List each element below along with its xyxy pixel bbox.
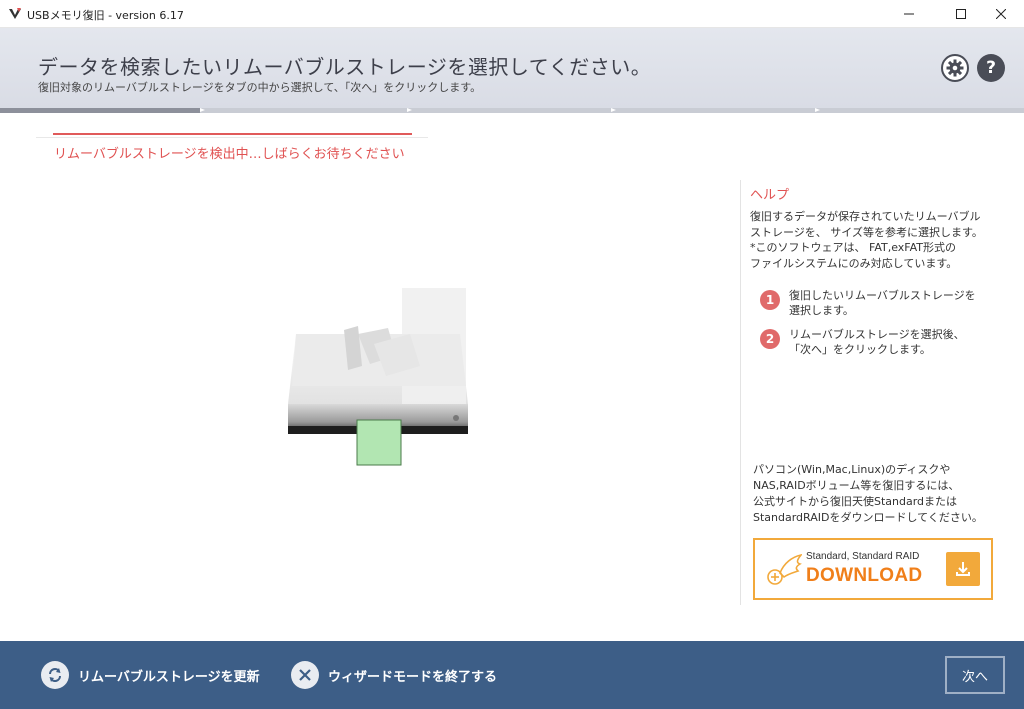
wizard-footer: リムーバブルストレージを更新 ウィザードモードを終了する 次へ — [0, 641, 1024, 709]
step-text: リムーバブルストレージを選択後、 「次へ」をクリックします。 — [789, 327, 965, 357]
download-button[interactable]: Standard, Standard RAID DOWNLOAD — [753, 538, 993, 600]
exit-wizard-button[interactable]: ウィザードモードを終了する — [291, 660, 497, 690]
help-panel-divider — [740, 180, 741, 605]
promo-text: パソコン(Win,Mac,Linux)のディスクや NAS,RAIDボリューム等… — [753, 462, 993, 526]
wizard-step-bar — [0, 108, 1024, 113]
gear-icon — [946, 59, 964, 77]
help-title: ヘルプ — [750, 188, 790, 203]
title-bar: USBメモリ復旧 - version 6.17 — [0, 0, 1024, 28]
download-subtitle: Standard, Standard RAID — [806, 551, 920, 562]
download-icon — [946, 552, 980, 586]
refresh-icon — [41, 661, 69, 689]
help-button[interactable]: ? — [977, 54, 1005, 82]
detection-tab-indicator — [53, 133, 412, 135]
help-line: *このソフトウェアは、 FAT,exFAT形式の — [750, 241, 956, 254]
promo-line: NAS,RAIDボリューム等を復旧するには、 — [753, 479, 960, 492]
promo-line: StandardRAIDをダウンロードしてください。 — [753, 511, 983, 524]
minimize-button[interactable] — [886, 0, 932, 28]
step-text-line: 選択します。 — [789, 304, 854, 317]
close-circle-icon — [291, 661, 319, 689]
refresh-storage-label: リムーバブルストレージを更新 — [78, 669, 260, 685]
refresh-storage-button[interactable]: リムーバブルストレージを更新 — [41, 660, 260, 690]
question-icon: ? — [986, 58, 996, 78]
step-text-line: リムーバブルストレージを選択後、 — [789, 328, 965, 341]
download-label: DOWNLOAD — [806, 565, 923, 586]
close-icon — [996, 9, 1006, 19]
settings-button[interactable] — [941, 54, 969, 82]
detection-status: リムーバブルストレージを検出中…しばらくお待ちください — [54, 147, 405, 162]
step-text-line: 「次へ」をクリックします。 — [789, 343, 931, 356]
page-title: データを検索したいリムーバブルストレージを選択してください。 — [38, 55, 652, 79]
help-description: 復旧するデータが保存されていたリムーバブル ストレージを、 サイズ等を参考に選択… — [750, 209, 985, 271]
help-line: ストレージを、 サイズ等を参考に選択します。 — [750, 225, 983, 239]
wizard-header: データを検索したいリムーバブルストレージを選択してください。 復旧対象のリムーバ… — [0, 28, 1024, 108]
step-divider — [407, 108, 412, 112]
minimize-icon — [904, 13, 914, 15]
removable-drive-illustration — [288, 288, 468, 466]
help-line: 復旧するデータが保存されていたリムーバブル — [750, 210, 981, 223]
next-button[interactable]: 次へ — [945, 656, 1005, 694]
promo-line: 公式サイトから復旧天使Standardまたは — [753, 495, 958, 508]
step-divider — [815, 108, 820, 112]
step-divider — [200, 108, 205, 112]
maximize-icon — [956, 9, 966, 19]
tab-divider — [36, 137, 428, 138]
step-text: 復旧したいリムーバブルストレージを 選択します。 — [789, 288, 976, 318]
exit-wizard-label: ウィザードモードを終了する — [328, 669, 498, 685]
step-divider — [611, 108, 616, 112]
page-subtitle: 復旧対象のリムーバブルストレージをタブの中から選択して、「次へ」をクリックします… — [38, 81, 482, 94]
step-number-badge: 2 — [760, 329, 780, 349]
step-number-badge: 1 — [760, 290, 780, 310]
step-text-line: 復旧したいリムーバブルストレージを — [789, 289, 976, 302]
help-line: ファイルシステムにのみ対応しています。 — [750, 256, 958, 270]
window-title: USBメモリ復旧 - version 6.17 — [27, 9, 184, 22]
current-step-indicator — [0, 108, 200, 113]
angel-wing-icon — [767, 553, 802, 585]
close-button[interactable] — [978, 0, 1024, 28]
app-icon — [9, 8, 21, 19]
promo-line: パソコン(Win,Mac,Linux)のディスクや — [753, 463, 951, 476]
